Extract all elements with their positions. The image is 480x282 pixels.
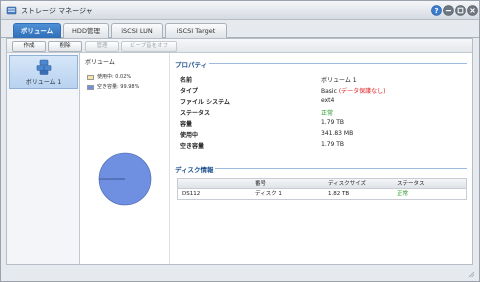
content-panel: 作成 削除 管理 ビープ音をオフ ボリューム 1 ボリューム 使用中: 0.02… bbox=[6, 38, 473, 265]
col-number: 番号 bbox=[255, 181, 267, 187]
toolbar: 作成 削除 管理 ビープ音をオフ bbox=[7, 39, 472, 53]
volume-label: ボリューム 1 bbox=[25, 79, 62, 86]
prop-used-value: 341.83 MB bbox=[321, 130, 354, 137]
maximize-icon[interactable] bbox=[455, 5, 466, 16]
help-icon[interactable]: ? bbox=[431, 5, 442, 16]
prop-type-value-text: Basic bbox=[321, 88, 337, 95]
prop-free-value: 1.79 TB bbox=[321, 141, 345, 148]
titlebar[interactable]: ストレージ マネージャ ? bbox=[1, 1, 479, 20]
volume-list-item[interactable]: ボリューム 1 bbox=[9, 55, 78, 89]
tab-iscsi-lun[interactable]: iSCSI LUN bbox=[111, 23, 163, 38]
col-status: ステータス bbox=[397, 181, 425, 187]
legend-swatch-free bbox=[87, 85, 94, 90]
resize-grip-icon[interactable] bbox=[468, 271, 475, 278]
tab-iscsi-target[interactable]: iSCSI Target bbox=[165, 23, 227, 38]
prop-filesystem-value: ext4 bbox=[321, 97, 335, 104]
chart-title: ボリューム bbox=[85, 59, 115, 66]
prop-status-label: ステータス bbox=[180, 110, 211, 117]
usage-pie-chart bbox=[98, 152, 152, 206]
prop-name-value: ボリューム 1 bbox=[321, 77, 357, 84]
disk-table: 番号 ディスクサイズ ステータス DS112 ディスク 1 1.82 TB 正常 bbox=[177, 178, 467, 200]
prop-free-label: 空き容量 bbox=[180, 143, 205, 150]
delete-button[interactable]: 削除 bbox=[48, 41, 82, 52]
disk-size: 1.82 TB bbox=[328, 191, 350, 197]
prop-type-label: タイプ bbox=[180, 88, 199, 95]
volume-list: ボリューム 1 bbox=[7, 53, 80, 264]
properties-divider bbox=[209, 63, 467, 64]
disk-number: ディスク 1 bbox=[255, 191, 282, 197]
legend-swatch-used bbox=[87, 75, 94, 80]
prop-status-value: 正常 bbox=[321, 110, 334, 117]
storage-manager-icon bbox=[6, 6, 17, 15]
disable-beep-button[interactable]: ビープ音をオフ bbox=[121, 41, 177, 52]
prop-capacity-label: 容量 bbox=[180, 121, 193, 128]
minimize-icon[interactable] bbox=[443, 5, 454, 16]
prop-type-value: Basic (データ保護なし) bbox=[321, 86, 386, 95]
window-title: ストレージ マネージャ bbox=[21, 7, 93, 15]
close-icon[interactable] bbox=[467, 5, 478, 16]
prop-name-label: 名前 bbox=[180, 77, 193, 84]
volume-icon bbox=[36, 59, 52, 75]
legend-used-label: 使用中: 0.02% bbox=[97, 74, 132, 80]
usage-chart-panel: ボリューム 使用中: 0.02% 空き容量: 99.98% bbox=[81, 53, 170, 264]
disk-table-header: 番号 ディスクサイズ ステータス bbox=[178, 179, 466, 189]
status-bar bbox=[1, 265, 479, 281]
tab-hdd-management[interactable]: HDD管理 bbox=[63, 23, 109, 38]
properties-title: プロパティ bbox=[175, 61, 208, 69]
table-row[interactable]: DS112 ディスク 1 1.82 TB 正常 bbox=[178, 189, 466, 199]
prop-type-note: (データ保護なし) bbox=[338, 88, 386, 95]
tab-bar: ボリューム HDD管理 iSCSI LUN iSCSI Target bbox=[1, 20, 479, 38]
storage-manager-window: ストレージ マネージャ ? ボリューム HDD管理 iSCSI LUN iSCS… bbox=[0, 0, 480, 282]
disk-device: DS112 bbox=[182, 191, 201, 197]
create-button[interactable]: 作成 bbox=[12, 41, 46, 52]
col-disk-size: ディスクサイズ bbox=[328, 181, 366, 187]
prop-filesystem-label: ファイル システム bbox=[180, 99, 230, 106]
legend-free-label: 空き容量: 99.98% bbox=[97, 84, 140, 90]
disk-info-divider bbox=[215, 168, 467, 169]
tab-volume[interactable]: ボリューム bbox=[13, 23, 61, 38]
prop-capacity-value: 1.79 TB bbox=[321, 119, 345, 126]
disk-info-title: ディスク情報 bbox=[175, 166, 214, 174]
details-panel: プロパティ 名前 ボリューム 1 タイプ Basic (データ保護なし) ファイ… bbox=[171, 53, 472, 264]
manage-button[interactable]: 管理 bbox=[85, 41, 119, 52]
disk-status: 正常 bbox=[397, 191, 409, 197]
prop-used-label: 使用中 bbox=[180, 132, 199, 139]
svg-text:?: ? bbox=[434, 7, 438, 15]
